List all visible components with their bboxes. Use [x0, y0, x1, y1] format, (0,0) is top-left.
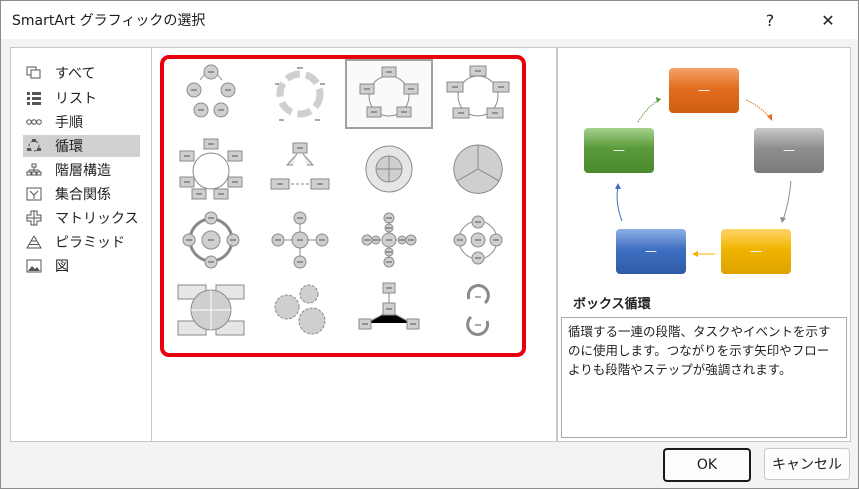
picture-icon [25, 258, 43, 274]
highlight-frame [160, 55, 526, 357]
category-label: リスト [55, 91, 97, 107]
preview-box-bottom-left: — [616, 229, 686, 274]
layout-description: 循環する一連の段階、タスクやイベントを示すのに使用します。つながりを示す矢印やフ… [561, 317, 847, 438]
category-hierarchy[interactable]: 階層構造 [23, 159, 140, 181]
preview-box-right: — [754, 128, 824, 173]
relationship-icon [25, 186, 43, 202]
dialog-window: SmartArt グラフィックの選択 ? ✕ すべて リスト 手順 循環 階層構… [0, 0, 859, 489]
box-text: — [698, 83, 710, 97]
box-text: — [750, 244, 762, 258]
help-button[interactable]: ? [747, 1, 793, 39]
category-pyramid[interactable]: ピラミッド [23, 231, 140, 253]
list-icon [25, 90, 43, 106]
category-label: 手順 [55, 115, 83, 131]
category-label: 集合関係 [55, 187, 111, 203]
category-label: 図 [55, 259, 69, 275]
box-text: — [645, 244, 657, 258]
box-text: — [783, 143, 795, 157]
matrix-icon [25, 210, 43, 226]
dialog-title: SmartArt グラフィックの選択 [12, 13, 206, 29]
category-all[interactable]: すべて [23, 62, 140, 84]
pyramid-icon [25, 234, 43, 250]
preview-box-top: — [669, 68, 739, 113]
ok-button[interactable]: OK [663, 448, 751, 482]
category-label: すべて [55, 66, 96, 82]
layout-gallery [151, 47, 557, 442]
close-icon: ✕ [821, 10, 835, 30]
category-label: 階層構造 [55, 163, 111, 179]
preview-box-left: — [584, 128, 654, 173]
all-icon [25, 65, 43, 81]
cycle-icon [25, 138, 43, 154]
process-icon [25, 114, 43, 130]
category-picture[interactable]: 図 [23, 255, 140, 277]
close-button[interactable]: ✕ [805, 1, 851, 39]
category-label: マトリックス [55, 211, 139, 227]
title-bar: SmartArt グラフィックの選択 ? ✕ [1, 1, 858, 39]
category-list: すべて リスト 手順 循環 階層構造 集合関係 マトリックス ピラミッド 図 [10, 47, 152, 442]
category-matrix[interactable]: マトリックス [23, 207, 140, 229]
help-icon: ? [765, 10, 775, 30]
preview-pane: — — — — — ボックス循環 循環する一連の段階、タスクやイベントを示すのに… [557, 47, 851, 442]
category-list-item[interactable]: リスト [23, 87, 140, 109]
category-label: ピラミッド [55, 235, 125, 251]
category-process[interactable]: 手順 [23, 111, 140, 133]
preview-diagram: — — — — — [584, 68, 824, 274]
preview-box-bottom-right: — [721, 229, 791, 274]
layout-name: ボックス循環 [573, 297, 651, 312]
category-cycle[interactable]: 循環 [23, 135, 140, 157]
box-text: — [613, 143, 625, 157]
category-relationship[interactable]: 集合関係 [23, 183, 140, 205]
hierarchy-icon [25, 162, 43, 178]
cancel-button[interactable]: キャンセル [764, 448, 850, 480]
category-label: 循環 [55, 139, 83, 155]
